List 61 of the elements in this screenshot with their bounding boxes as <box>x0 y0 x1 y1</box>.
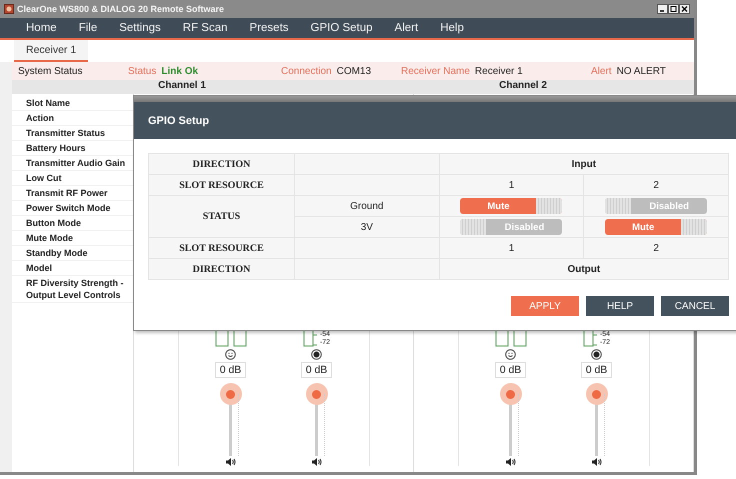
field-label: Receiver Name <box>401 66 470 76</box>
table-cell: Output <box>439 258 728 280</box>
close-icon[interactable] <box>679 4 690 14</box>
menu-item[interactable]: File <box>78 22 98 34</box>
jack-icon <box>311 349 322 360</box>
fader-handle[interactable] <box>500 383 522 405</box>
menu-item[interactable]: GPIO Setup <box>310 22 373 34</box>
table-cell: 2 <box>584 174 728 196</box>
speaker-icon[interactable] <box>592 458 602 466</box>
smiley-icon <box>225 349 236 360</box>
table-cell: 1 <box>439 174 584 196</box>
menu-item[interactable]: Home <box>26 22 57 34</box>
row-label: SLOT RESOURCE <box>148 174 294 196</box>
channel-title: Channel 1 <box>157 80 207 93</box>
level-meter-icon <box>494 331 526 347</box>
dialog-button[interactable]: HELP <box>586 296 654 316</box>
gain-value-field[interactable]: 0 dB <box>214 362 246 378</box>
row-label: SLOT RESOURCE <box>148 238 294 258</box>
fader-handle[interactable] <box>306 383 328 405</box>
field-value: Receiver 1 <box>474 66 523 76</box>
maximize-icon[interactable] <box>668 4 679 14</box>
menu-item[interactable]: Alert <box>394 22 418 34</box>
field-value: Link Ok <box>161 66 198 76</box>
row-label: DIRECTION <box>148 154 294 174</box>
menu-item[interactable]: Presets <box>250 22 289 34</box>
level-meter-icon <box>214 331 246 347</box>
table-cell: 1 <box>439 238 584 258</box>
app-icon <box>4 4 14 14</box>
table-cell: Ground <box>294 196 440 216</box>
receiver-tab[interactable]: Receiver 1 <box>14 40 88 62</box>
speaker-icon[interactable] <box>506 458 516 466</box>
smiley-icon <box>505 349 516 360</box>
fader-handle[interactable] <box>220 383 242 405</box>
fader-handle[interactable] <box>586 383 608 405</box>
window-title: ClearOne WS800 & DIALOG 20 Remote Software <box>17 4 226 14</box>
speaker-icon[interactable] <box>226 458 236 466</box>
field-label: Status <box>128 66 156 76</box>
table-cell: Input <box>439 154 728 174</box>
table-cell: 3V <box>294 216 440 238</box>
row-label: STATUS <box>148 196 294 238</box>
status-label: System Status <box>18 66 84 76</box>
dialog-title: GPIO Setup <box>148 114 210 126</box>
gain-value-field[interactable]: 0 dB <box>580 362 612 378</box>
menu-item[interactable]: RF Scan <box>182 22 228 34</box>
field-label: Connection <box>281 66 332 76</box>
field-label: Alert <box>591 66 612 76</box>
minimize-icon[interactable] <box>657 4 668 14</box>
gain-value-field[interactable]: 0 dB <box>300 362 332 378</box>
speaker-icon[interactable] <box>312 458 322 466</box>
gain-value-field[interactable]: 0 dB <box>494 362 526 378</box>
dialog-button[interactable]: CANCEL <box>661 296 729 316</box>
table-cell: 2 <box>584 238 728 258</box>
field-value: COM13 <box>336 66 372 76</box>
channel-title: Channel 2 <box>498 80 548 93</box>
menu-item[interactable]: Help <box>440 22 464 34</box>
field-value: NO ALERT <box>616 66 666 76</box>
menu-item[interactable]: Settings <box>119 22 161 34</box>
row-label: DIRECTION <box>148 258 294 280</box>
level-meter-icon <box>302 331 319 347</box>
jack-icon <box>591 349 602 360</box>
level-meter-icon <box>582 331 599 347</box>
